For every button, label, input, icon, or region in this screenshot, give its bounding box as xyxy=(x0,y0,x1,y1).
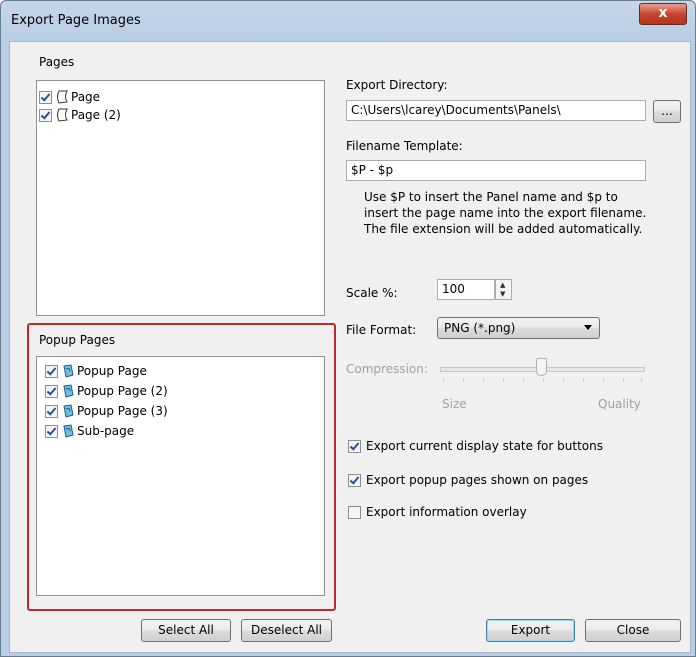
popup-page-icon xyxy=(63,404,74,418)
title-bar[interactable]: Export Page Images x xyxy=(1,1,695,41)
popup-page-icon xyxy=(63,364,74,378)
tree-item-page[interactable]: Page xyxy=(39,88,100,106)
select-all-button[interactable]: Select All xyxy=(141,619,231,642)
page-icon xyxy=(57,90,68,104)
scale-label: Scale %: xyxy=(346,286,398,300)
popup-pages-option[interactable]: Export popup pages shown on pages xyxy=(348,473,588,487)
compression-slider-thumb xyxy=(536,358,547,376)
slider-tick xyxy=(443,379,444,382)
page-checkbox[interactable] xyxy=(39,90,52,104)
slider-tick xyxy=(641,379,642,382)
popup-pages-group-label: Popup Pages xyxy=(39,333,116,347)
slider-tick xyxy=(623,379,624,382)
filename-help-line-3: The file extension will be added automat… xyxy=(364,222,643,236)
info-overlay-option[interactable]: Export information overlay xyxy=(348,505,527,519)
slider-tick xyxy=(483,379,484,382)
tree-item-label: Popup Page xyxy=(77,364,147,378)
chevron-down-icon xyxy=(584,325,592,330)
info-overlay-label: Export information overlay xyxy=(366,505,527,519)
pages-group-label: Pages xyxy=(39,55,75,69)
filename-template-input[interactable]: $P - $p xyxy=(346,160,646,181)
export-directory-label: Export Directory: xyxy=(346,78,448,92)
tree-item-sub-page[interactable]: Sub-page xyxy=(45,422,134,440)
slider-tick xyxy=(503,379,504,382)
sub-page-checkbox[interactable] xyxy=(45,424,58,438)
deselect-all-button[interactable]: Deselect All xyxy=(241,619,332,642)
compression-size-label: Size xyxy=(442,397,467,411)
popup-page-icon xyxy=(63,424,74,438)
file-format-value: PNG (*.png) xyxy=(444,321,516,335)
page-2-checkbox[interactable] xyxy=(39,108,52,122)
popup-page-checkbox[interactable] xyxy=(45,364,58,378)
display-state-label: Export current display state for buttons xyxy=(366,439,603,453)
filename-help-line-2: insert the page name into the export fil… xyxy=(364,206,647,220)
tree-item-page-2[interactable]: Page (2) xyxy=(39,106,121,124)
scale-input[interactable]: 100 xyxy=(437,279,495,300)
tree-item-popup-page[interactable]: Popup Page xyxy=(45,362,147,380)
scale-spinner[interactable]: ▲ ▼ xyxy=(495,279,512,300)
display-state-checkbox[interactable] xyxy=(348,439,361,453)
tree-item-label: Popup Page (2) xyxy=(77,384,168,398)
tree-item-label: Page (2) xyxy=(71,108,121,122)
slider-tick xyxy=(463,379,464,382)
popup-pages-checkbox[interactable] xyxy=(348,473,361,487)
close-button[interactable]: Close xyxy=(585,619,681,642)
tree-item-label: Sub-page xyxy=(77,424,135,438)
tree-item-popup-page-2[interactable]: Popup Page (2) xyxy=(45,382,168,400)
filename-help-line-1: Use $P to insert the Panel name and $p t… xyxy=(364,190,618,204)
popup-page-3-checkbox[interactable] xyxy=(45,404,58,418)
filename-template-label: Filename Template: xyxy=(346,139,463,153)
slider-tick xyxy=(563,379,564,382)
page-icon xyxy=(57,108,68,122)
slider-tick xyxy=(543,379,544,382)
export-directory-input[interactable]: C:\Users\lcarey\Documents\Panels\ xyxy=(346,100,646,121)
slider-tick xyxy=(603,379,604,382)
tree-item-popup-page-3[interactable]: Popup Page (3) xyxy=(45,402,168,420)
spin-up-icon[interactable]: ▲ xyxy=(500,281,505,289)
close-window-button[interactable]: x xyxy=(639,3,687,25)
popup-page-icon xyxy=(63,384,74,398)
display-state-option[interactable]: Export current display state for buttons xyxy=(348,439,603,453)
info-overlay-checkbox[interactable] xyxy=(348,505,361,519)
file-format-label: File Format: xyxy=(346,323,417,337)
tree-item-label: Popup Page (3) xyxy=(77,404,168,418)
file-format-dropdown[interactable]: PNG (*.png) xyxy=(437,317,600,339)
spin-down-icon[interactable]: ▼ xyxy=(500,290,505,298)
slider-tick xyxy=(523,379,524,382)
tree-item-label: Page xyxy=(71,90,101,104)
export-button[interactable]: Export xyxy=(486,619,575,642)
popup-pages-option-label: Export popup pages shown on pages xyxy=(366,473,589,487)
compression-quality-label: Quality xyxy=(598,397,641,411)
compression-label: Compression: xyxy=(346,362,428,376)
slider-tick xyxy=(583,379,584,382)
browse-button[interactable]: ... xyxy=(653,100,681,123)
window-title: Export Page Images xyxy=(11,13,141,28)
popup-page-2-checkbox[interactable] xyxy=(45,384,58,398)
